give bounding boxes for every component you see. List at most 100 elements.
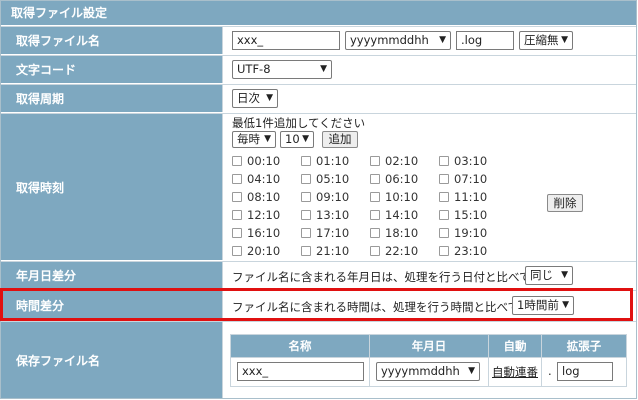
compression-value: 圧縮無 bbox=[524, 33, 559, 47]
section-title: 取得ファイル設定 bbox=[1, 1, 636, 25]
time-checkbox[interactable] bbox=[439, 192, 449, 202]
header-date: 年月日 bbox=[369, 334, 489, 358]
highlight-box bbox=[0, 288, 633, 321]
minute-value: 10 bbox=[285, 132, 300, 146]
chevron-down-icon: ▼ bbox=[561, 35, 568, 45]
date-diff-text: ファイル名に含まれる年月日は、処理を行う日付と比べて bbox=[232, 270, 531, 284]
time-checkbox-label: 03:10 bbox=[454, 154, 488, 168]
time-checkbox[interactable] bbox=[232, 192, 242, 202]
time-checkbox-label: 04:10 bbox=[247, 172, 281, 186]
minute-select[interactable]: 10 ▼ bbox=[280, 131, 314, 148]
period-value: 日次 bbox=[237, 91, 260, 105]
time-checkbox[interactable] bbox=[439, 174, 449, 184]
encoding-row: 文字コード UTF-8 ▼ bbox=[1, 55, 636, 83]
time-checkbox-label: 16:10 bbox=[247, 226, 281, 240]
interval-value: 毎時 bbox=[237, 132, 260, 146]
save-name-input[interactable]: xxx_ bbox=[237, 362, 364, 381]
time-checkbox-label: 09:10 bbox=[316, 190, 350, 204]
time-checkbox-label: 07:10 bbox=[454, 172, 488, 186]
delete-time-button[interactable]: 削除 bbox=[547, 194, 583, 212]
period-row: 取得周期 日次 ▼ bbox=[1, 84, 636, 112]
time-checkbox-label: 17:10 bbox=[316, 226, 350, 240]
period-label: 取得周期 bbox=[1, 85, 223, 112]
time-checkbox[interactable] bbox=[439, 246, 449, 256]
date-diff-value: 同じ bbox=[530, 268, 553, 282]
time-checkbox[interactable] bbox=[370, 156, 380, 166]
time-checkbox-label: 13:10 bbox=[316, 208, 350, 222]
time-checkbox[interactable] bbox=[370, 174, 380, 184]
save-name-row: 保存ファイル名 名称 年月日 自動 拡張子 xxx_ yyyymmddhh ▼ bbox=[1, 321, 636, 398]
encoding-select[interactable]: UTF-8 ▼ bbox=[232, 60, 332, 79]
save-name-label: 保存ファイル名 bbox=[1, 322, 223, 398]
time-checkbox-label: 19:10 bbox=[454, 226, 488, 240]
compression-select[interactable]: 圧縮無 ▼ bbox=[519, 31, 573, 50]
time-checkbox[interactable] bbox=[439, 228, 449, 238]
time-checkbox[interactable] bbox=[232, 156, 242, 166]
time-checkbox-label: 11:10 bbox=[454, 190, 488, 204]
time-checkbox-label: 10:10 bbox=[385, 190, 419, 204]
time-checkbox[interactable] bbox=[301, 192, 311, 202]
encoding-label: 文字コード bbox=[1, 56, 223, 83]
file-prefix-input[interactable]: xxx_ bbox=[232, 31, 340, 50]
time-checkbox-label: 02:10 bbox=[385, 154, 419, 168]
encoding-value: UTF-8 bbox=[237, 62, 271, 76]
date-diff-label: 年月日差分 bbox=[1, 262, 223, 289]
time-checkbox-label: 08:10 bbox=[247, 190, 281, 204]
auto-number-link[interactable]: 自動連番 bbox=[492, 365, 538, 379]
interval-select[interactable]: 毎時 ▼ bbox=[232, 131, 276, 148]
time-checkbox-label: 06:10 bbox=[385, 172, 419, 186]
time-checkbox[interactable] bbox=[232, 246, 242, 256]
time-checkbox-label: 14:10 bbox=[385, 208, 419, 222]
date-format-value: yyyymmddhh bbox=[350, 33, 429, 47]
header-auto: 自動 bbox=[488, 334, 542, 358]
save-name-table: 名称 年月日 自動 拡張子 xxx_ yyyymmddhh ▼ 自動連番 . l… bbox=[230, 334, 627, 387]
header-name: 名称 bbox=[230, 334, 370, 358]
chevron-down-icon: ▼ bbox=[302, 134, 309, 144]
time-checkbox[interactable] bbox=[370, 192, 380, 202]
save-date-format-value: yyyymmddhh bbox=[381, 364, 460, 378]
time-checkbox[interactable] bbox=[301, 228, 311, 238]
time-checkbox[interactable] bbox=[439, 210, 449, 220]
chevron-down-icon: ▼ bbox=[266, 93, 273, 103]
time-checkbox[interactable] bbox=[301, 174, 311, 184]
time-checkbox-label: 05:10 bbox=[316, 172, 350, 186]
chevron-down-icon: ▼ bbox=[264, 134, 271, 144]
date-diff-row: 年月日差分 ファイル名に含まれる年月日は、処理を行う日付と比べて 同じ ▼ bbox=[1, 261, 636, 289]
time-checkbox-label: 20:10 bbox=[247, 244, 281, 258]
time-checkbox-label: 23:10 bbox=[454, 244, 488, 258]
save-date-format-select[interactable]: yyyymmddhh ▼ bbox=[376, 362, 480, 381]
chevron-down-icon: ▼ bbox=[561, 270, 568, 280]
time-checkbox-label: 15:10 bbox=[454, 208, 488, 222]
time-checkbox[interactable] bbox=[370, 228, 380, 238]
time-checkbox-label: 00:10 bbox=[247, 154, 281, 168]
time-checkbox[interactable] bbox=[439, 156, 449, 166]
time-checkbox-label: 21:10 bbox=[316, 244, 350, 258]
time-checkbox[interactable] bbox=[301, 156, 311, 166]
times-instruction: 最低1件追加してください bbox=[232, 116, 366, 130]
save-extension-input[interactable]: log bbox=[557, 362, 613, 381]
time-checkbox[interactable] bbox=[370, 246, 380, 256]
time-checkbox[interactable] bbox=[232, 228, 242, 238]
date-diff-select[interactable]: 同じ ▼ bbox=[525, 266, 573, 285]
time-checkbox[interactable] bbox=[370, 210, 380, 220]
times-row: 取得時刻 最低1件追加してください 毎時 ▼ 10 ▼ 追加 削除 00:10 0… bbox=[1, 113, 636, 260]
header-ext: 拡張子 bbox=[541, 334, 627, 358]
file-name-row: 取得ファイル名 xxx_ yyyymmddhh ▼ .log 圧縮無 ▼ bbox=[1, 26, 636, 54]
time-checkbox[interactable] bbox=[301, 246, 311, 256]
chevron-down-icon: ▼ bbox=[320, 64, 327, 74]
add-time-button[interactable]: 追加 bbox=[322, 131, 358, 148]
date-format-select[interactable]: yyyymmddhh ▼ bbox=[345, 31, 451, 50]
time-checkbox-label: 01:10 bbox=[316, 154, 350, 168]
chevron-down-icon: ▼ bbox=[468, 366, 475, 376]
time-checkbox-label: 22:10 bbox=[385, 244, 419, 258]
time-checkbox[interactable] bbox=[301, 210, 311, 220]
time-checkbox[interactable] bbox=[232, 174, 242, 184]
period-select[interactable]: 日次 ▼ bbox=[232, 89, 278, 108]
time-checkbox-label: 18:10 bbox=[385, 226, 419, 240]
chevron-down-icon: ▼ bbox=[439, 35, 446, 45]
extension-input[interactable]: .log bbox=[456, 31, 514, 50]
time-checkbox[interactable] bbox=[232, 210, 242, 220]
extension-dot: . bbox=[548, 364, 552, 378]
times-label: 取得時刻 bbox=[1, 114, 223, 260]
file-name-label: 取得ファイル名 bbox=[1, 27, 223, 54]
